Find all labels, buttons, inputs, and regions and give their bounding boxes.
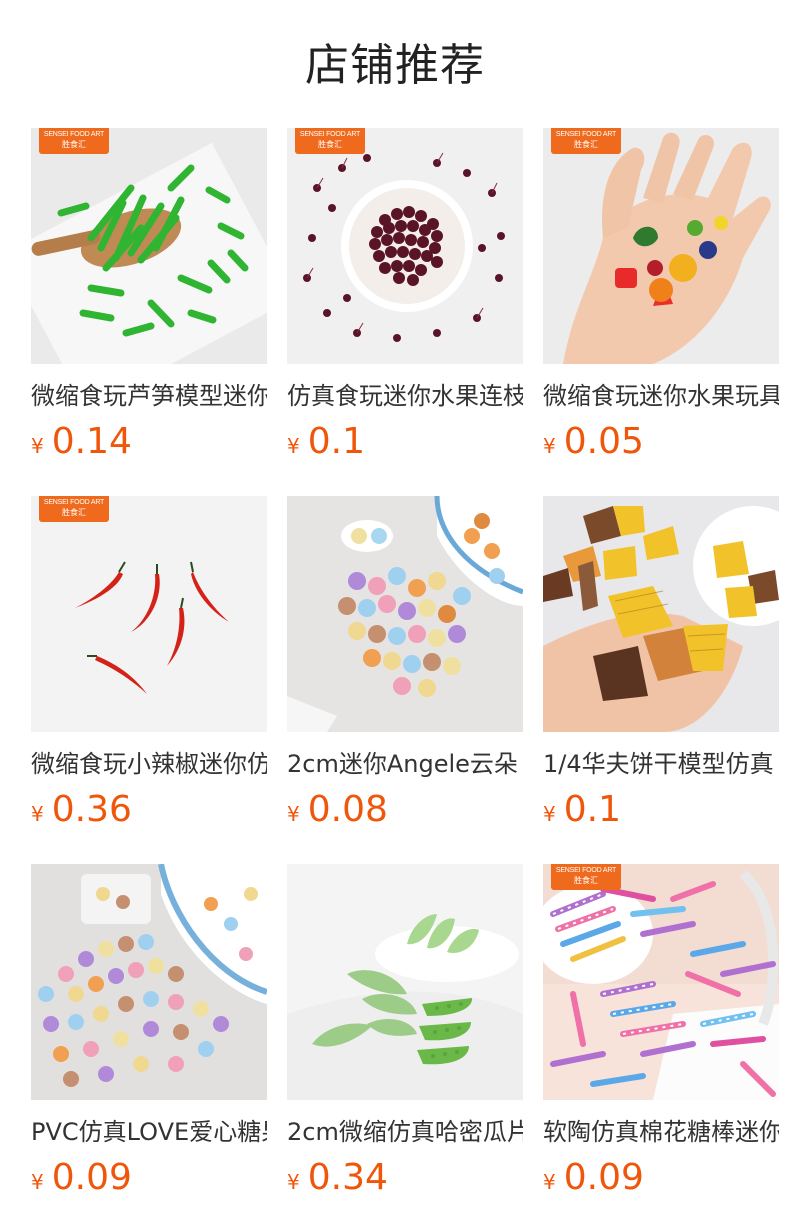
brand-badge-cn: 胜食汇 xyxy=(62,140,86,149)
currency-symbol: ¥ xyxy=(543,434,556,458)
product-card[interactable]: SENSEI FOOD ART 胜食汇 微缩食玩芦笋模型迷你 ¥0.14 xyxy=(31,128,267,492)
product-name[interactable]: 微缩食玩迷你水果玩具 xyxy=(543,380,779,412)
heart-candies-image xyxy=(31,864,267,1100)
product-card[interactable]: SENSEI FOOD ART 胜食汇 仿真食玩迷你水果连枝 ¥0.1 xyxy=(287,128,523,492)
brand-badge: SENSEI FOOD ART 胜食汇 xyxy=(39,496,109,522)
brand-badge: SENSEI FOOD ART 胜食汇 xyxy=(39,128,109,154)
brand-badge-cn: 胜食汇 xyxy=(62,508,86,517)
brand-badge-name: SENSEI FOOD ART xyxy=(43,131,105,138)
price-value: 0.36 xyxy=(51,789,132,830)
currency-symbol: ¥ xyxy=(31,434,44,458)
melon-slices-image xyxy=(287,864,523,1100)
product-grid: SENSEI FOOD ART 胜食汇 微缩食玩芦笋模型迷你 ¥0.14 SEN… xyxy=(31,128,790,1228)
cloud-candies-image xyxy=(287,496,523,732)
chili-peppers-image xyxy=(31,496,267,732)
product-image[interactable] xyxy=(287,864,523,1100)
brand-badge: SENSEI FOOD ART 胜食汇 xyxy=(295,128,365,154)
product-name[interactable]: 微缩食玩小辣椒迷你仿 xyxy=(31,748,267,780)
product-image[interactable]: SENSEI FOOD ART 胜食汇 xyxy=(543,128,779,364)
waffle-pieces-image xyxy=(543,496,779,732)
currency-symbol: ¥ xyxy=(287,802,300,826)
price-value: 0.09 xyxy=(563,1157,644,1198)
product-image[interactable]: SENSEI FOOD ART 胜食汇 xyxy=(543,864,779,1100)
currency-symbol: ¥ xyxy=(31,802,44,826)
candy-sticks-image xyxy=(543,864,779,1100)
product-price: ¥0.1 xyxy=(287,420,523,464)
product-price: ¥0.1 xyxy=(543,788,779,832)
product-card[interactable]: 1/4华夫饼干模型仿真 ¥0.1 xyxy=(543,496,779,860)
product-image[interactable]: SENSEI FOOD ART 胜食汇 xyxy=(287,128,523,364)
product-card[interactable]: SENSEI FOOD ART 胜食汇 软陶仿真棉花糖棒迷你 ¥0.09 xyxy=(543,864,779,1228)
product-name[interactable]: 微缩食玩芦笋模型迷你 xyxy=(31,380,267,412)
product-image[interactable] xyxy=(31,864,267,1100)
fruit-candies-image xyxy=(543,128,779,364)
product-image[interactable] xyxy=(287,496,523,732)
product-price: ¥0.09 xyxy=(31,1156,267,1200)
brand-badge-name: SENSEI FOOD ART xyxy=(555,131,617,138)
product-price: ¥0.14 xyxy=(31,420,267,464)
price-value: 0.1 xyxy=(307,421,365,462)
brand-badge-name: SENSEI FOOD ART xyxy=(555,867,617,874)
product-name[interactable]: PVC仿真LOVE爱心糖果 xyxy=(31,1116,267,1148)
product-name[interactable]: 仿真食玩迷你水果连枝 xyxy=(287,380,523,412)
price-value: 0.1 xyxy=(563,789,621,830)
price-value: 0.34 xyxy=(307,1157,388,1198)
brand-badge: SENSEI FOOD ART 胜食汇 xyxy=(551,864,621,890)
currency-symbol: ¥ xyxy=(543,1170,556,1194)
product-name[interactable]: 2cm微缩仿真哈密瓜片 xyxy=(287,1116,523,1148)
brand-badge-cn: 胜食汇 xyxy=(574,140,598,149)
product-price: ¥0.05 xyxy=(543,420,779,464)
product-name[interactable]: 软陶仿真棉花糖棒迷你 xyxy=(543,1116,779,1148)
brand-badge-name: SENSEI FOOD ART xyxy=(43,499,105,506)
product-price: ¥0.34 xyxy=(287,1156,523,1200)
product-image[interactable]: SENSEI FOOD ART 胜食汇 xyxy=(31,496,267,732)
product-image[interactable]: SENSEI FOOD ART 胜食汇 xyxy=(31,128,267,364)
page-title: 店铺推荐 xyxy=(305,40,485,91)
product-card[interactable]: SENSEI FOOD ART 胜食汇 微缩食玩小辣椒迷你仿 ¥0.36 xyxy=(31,496,267,860)
price-value: 0.08 xyxy=(307,789,388,830)
brand-badge-cn: 胜食汇 xyxy=(318,140,342,149)
product-name[interactable]: 1/4华夫饼干模型仿真 xyxy=(543,748,779,780)
brand-badge-cn: 胜食汇 xyxy=(574,876,598,885)
price-value: 0.14 xyxy=(51,421,132,462)
product-card[interactable]: 2cm迷你Angele云朵 ¥0.08 xyxy=(287,496,523,860)
currency-symbol: ¥ xyxy=(287,434,300,458)
brand-badge: SENSEI FOOD ART 胜食汇 xyxy=(551,128,621,154)
product-name[interactable]: 2cm迷你Angele云朵 xyxy=(287,748,523,780)
cherries-image xyxy=(287,128,523,364)
green-asparagus-image xyxy=(31,128,267,364)
product-price: ¥0.08 xyxy=(287,788,523,832)
product-card[interactable]: SENSEI FOOD ART 胜食汇 微缩食玩迷你水果玩具 ¥0.05 xyxy=(543,128,779,492)
price-value: 0.09 xyxy=(51,1157,132,1198)
currency-symbol: ¥ xyxy=(543,802,556,826)
product-card[interactable]: PVC仿真LOVE爱心糖果 ¥0.09 xyxy=(31,864,267,1228)
brand-badge-name: SENSEI FOOD ART xyxy=(299,131,361,138)
product-price: ¥0.09 xyxy=(543,1156,779,1200)
currency-symbol: ¥ xyxy=(31,1170,44,1194)
currency-symbol: ¥ xyxy=(287,1170,300,1194)
product-image[interactable] xyxy=(543,496,779,732)
product-card[interactable]: 2cm微缩仿真哈密瓜片 ¥0.34 xyxy=(287,864,523,1228)
price-value: 0.05 xyxy=(563,421,644,462)
product-price: ¥0.36 xyxy=(31,788,267,832)
